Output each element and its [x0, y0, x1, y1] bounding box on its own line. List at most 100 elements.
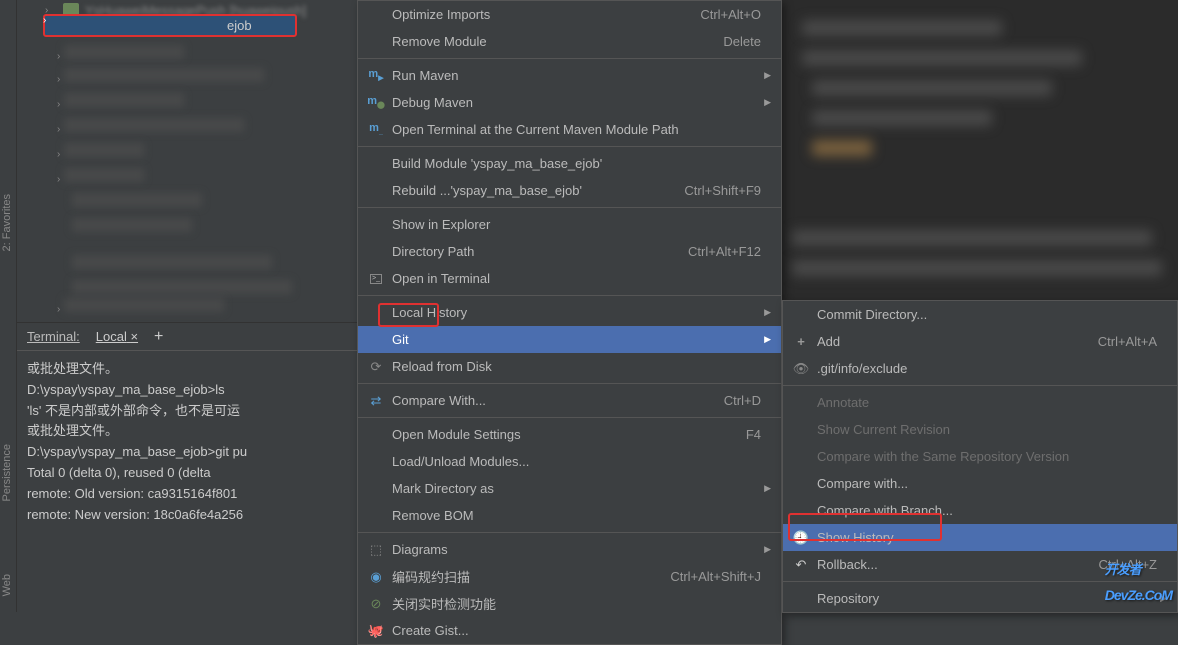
blank-icon — [793, 449, 809, 465]
terminal-add-tab[interactable]: + — [154, 328, 163, 346]
menu-shortcut: Ctrl+Shift+F9 — [684, 183, 761, 198]
menu-item[interactable]: Load/Unload Modules... — [358, 448, 781, 475]
compare-icon: ⇄ — [368, 393, 384, 409]
menu-item[interactable]: ⟳ Reload from Disk — [358, 353, 781, 380]
menu-label: Reload from Disk — [392, 359, 761, 374]
menu-label: 关闭实时检测功能 — [392, 594, 761, 613]
menu-label: Mark Directory as — [392, 481, 761, 496]
terminal-panel: Terminal: Local × + 或批处理文件。 D:\yspay\ysp… — [17, 322, 357, 612]
github-icon: 🐙 — [368, 623, 384, 639]
sidebar-tab-persistence[interactable]: Persistence — [0, 440, 14, 505]
watermark: 开发者 DevZe.CoM — [1105, 554, 1172, 606]
menu-item[interactable]: Git ▶ — [358, 326, 781, 353]
menu-label: 编码规约扫描 — [392, 567, 670, 586]
blank-icon — [368, 508, 384, 524]
submenu-arrow-icon: ▶ — [761, 97, 771, 108]
terminal-title: Terminal: — [27, 329, 80, 344]
terminal-tab-local[interactable]: Local × — [96, 329, 138, 344]
menu-label: Open Terminal at the Current Maven Modul… — [392, 122, 761, 137]
submenu-item: Compare with the Same Repository Version — [783, 443, 1177, 470]
close-icon[interactable]: × — [130, 329, 138, 344]
project-tree[interactable]: ›YsHuaweiMessagePush [huaweipush] ejob ›… — [17, 0, 357, 320]
scan-icon: ◉ — [368, 569, 384, 585]
menu-item[interactable]: >_ Open in Terminal — [358, 265, 781, 292]
menu-item[interactable]: Build Module 'yspay_ma_base_ejob' — [358, 150, 781, 177]
submenu-item[interactable]: 👁 .git/info/exclude — [783, 355, 1177, 382]
terminal-tabs: Terminal: Local × + — [17, 323, 357, 351]
submenu-label: Show Current Revision — [817, 422, 1157, 437]
menu-item[interactable]: Show in Explorer — [358, 211, 781, 238]
menu-label: Directory Path — [392, 244, 688, 259]
menu-label: Open in Terminal — [392, 271, 761, 286]
menu-label: Remove Module — [392, 34, 723, 49]
tool-window-bar: 2: Favorites Persistence Web — [0, 0, 17, 612]
submenu-item: Show Current Revision — [783, 416, 1177, 443]
menu-shortcut: Delete — [723, 34, 761, 49]
menu-item[interactable]: ⇄ Compare With... Ctrl+D — [358, 387, 781, 414]
menu-item[interactable]: 🐙 Create Gist... — [358, 617, 781, 644]
menu-item[interactable]: m_ Open Terminal at the Current Maven Mo… — [358, 116, 781, 143]
editor-area — [782, 0, 1178, 300]
blank-icon — [793, 422, 809, 438]
submenu-label: Annotate — [817, 395, 1157, 410]
blank-icon — [793, 591, 809, 607]
blank-icon — [368, 7, 384, 23]
blank-icon — [368, 217, 384, 233]
menu-item[interactable]: Directory Path Ctrl+Alt+F12 — [358, 238, 781, 265]
submenu-item[interactable]: Compare with... — [783, 470, 1177, 497]
submenu-label: Add — [817, 334, 1098, 349]
menu-item[interactable]: ⬚ Diagrams ▶ — [358, 536, 781, 563]
menu-label: Optimize Imports — [392, 7, 700, 22]
blank-icon — [793, 476, 809, 492]
menu-item[interactable]: Remove Module Delete — [358, 28, 781, 55]
submenu-item: Annotate — [783, 389, 1177, 416]
submenu-item[interactable]: Commit Directory... — [783, 301, 1177, 328]
menu-item[interactable]: Optimize Imports Ctrl+Alt+O — [358, 1, 781, 28]
menu-item[interactable]: Mark Directory as ▶ — [358, 475, 781, 502]
menu-shortcut: Ctrl+Alt+F12 — [688, 244, 761, 259]
exclude-icon: 👁 — [793, 361, 809, 377]
submenu-label: Rollback... — [817, 557, 1098, 572]
submenu-item[interactable]: + Add Ctrl+Alt+A — [783, 328, 1177, 355]
submenu-arrow-icon: ▶ — [761, 544, 771, 555]
menu-label: Remove BOM — [392, 508, 761, 523]
submenu-arrow-icon: ▶ — [761, 70, 771, 81]
blank-icon — [793, 395, 809, 411]
blank-icon — [368, 244, 384, 260]
menu-item[interactable]: Rebuild ...'yspay_ma_base_ejob' Ctrl+Shi… — [358, 177, 781, 204]
blank-icon — [368, 481, 384, 497]
menu-shortcut: Ctrl+Alt+Shift+J — [670, 569, 761, 584]
menu-item[interactable]: Remove BOM — [358, 502, 781, 529]
submenu-arrow-icon: ▶ — [761, 307, 771, 318]
terminal-output[interactable]: 或批处理文件。 D:\yspay\yspay_ma_base_ejob>ls '… — [17, 351, 357, 533]
rollback-icon: ↶ — [793, 557, 809, 573]
submenu-label: Compare with... — [817, 476, 1157, 491]
tree-selected-label: ejob — [227, 18, 252, 33]
terminal-icon: >_ — [368, 271, 384, 287]
menu-label: Build Module 'yspay_ma_base_ejob' — [392, 156, 761, 171]
menu-shortcut: F4 — [746, 427, 761, 442]
menu-label: Show in Explorer — [392, 217, 761, 232]
sidebar-tab-favorites[interactable]: 2: Favorites — [0, 190, 14, 255]
submenu-arrow-icon: ▶ — [761, 334, 771, 345]
menu-item[interactable]: Open Module Settings F4 — [358, 421, 781, 448]
annotation-git — [378, 303, 439, 327]
blank-icon — [368, 34, 384, 50]
menu-label: Open Module Settings — [392, 427, 746, 442]
menu-label: Run Maven — [392, 68, 761, 83]
menu-label: Load/Unload Modules... — [392, 454, 761, 469]
menu-item[interactable]: m▶ Run Maven ▶ — [358, 62, 781, 89]
sidebar-tab-web[interactable]: Web — [0, 570, 14, 600]
menu-shortcut: Ctrl+D — [724, 393, 761, 408]
annotation-show-history — [788, 513, 942, 541]
maven-debug-icon: m⬤ — [368, 95, 384, 111]
tree-selected-item[interactable] — [43, 14, 297, 37]
menu-item[interactable]: ⊘ 关闭实时检测功能 — [358, 590, 781, 617]
submenu-shortcut: Ctrl+Alt+A — [1098, 334, 1157, 349]
blank-icon — [368, 427, 384, 443]
menu-item[interactable]: m⬤ Debug Maven ▶ — [358, 89, 781, 116]
submenu-label: Compare with the Same Repository Version — [817, 449, 1157, 464]
blank-icon — [368, 156, 384, 172]
menu-item[interactable]: ◉ 编码规约扫描 Ctrl+Alt+Shift+J — [358, 563, 781, 590]
menu-label: Create Gist... — [392, 623, 761, 638]
